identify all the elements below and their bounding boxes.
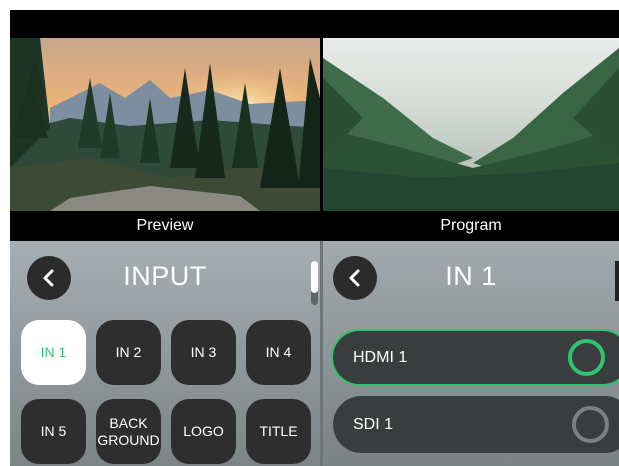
input-panel-title: INPUT — [123, 261, 207, 291]
switcher-screen: Preview Program INPUT IN 1 IN 2 IN 3 IN … — [10, 10, 619, 466]
scrollbar[interactable] — [311, 261, 318, 305]
program-image — [323, 38, 619, 211]
input-panel: INPUT IN 1 IN 2 IN 3 IN 4 IN 5 BACK GROU… — [10, 241, 320, 466]
option-label: SDI 1 — [353, 415, 394, 433]
source-button-in2[interactable]: IN 2 — [96, 320, 161, 385]
preview-video[interactable] — [10, 38, 320, 211]
option-hdmi1[interactable]: HDMI 1 — [331, 329, 619, 386]
radio-selected-icon[interactable] — [568, 339, 605, 376]
preview-image — [10, 38, 320, 211]
scrollbar-thumb[interactable] — [311, 261, 318, 293]
source-button-in4[interactable]: IN 4 — [246, 320, 311, 385]
source-button-in1[interactable]: IN 1 — [21, 320, 86, 385]
source-button-title[interactable]: TITLE — [246, 399, 311, 464]
source-button-in5[interactable]: IN 5 — [21, 399, 86, 464]
radio-unselected-icon[interactable] — [572, 406, 609, 443]
in1-panel-title: IN 1 — [445, 261, 497, 291]
in1-panel: IN 1 HDMI 1 SDI 1 — [323, 241, 619, 466]
source-button-background[interactable]: BACK GROUND — [96, 399, 161, 464]
preview-label: Preview — [10, 211, 320, 241]
option-sdi1[interactable]: SDI 1 — [333, 396, 619, 453]
scrollbar[interactable] — [615, 261, 619, 301]
program-label: Program — [323, 211, 619, 241]
source-button-logo[interactable]: LOGO — [171, 399, 236, 464]
source-button-in3[interactable]: IN 3 — [171, 320, 236, 385]
option-label: HDMI 1 — [353, 348, 408, 366]
program-video[interactable] — [323, 38, 619, 211]
